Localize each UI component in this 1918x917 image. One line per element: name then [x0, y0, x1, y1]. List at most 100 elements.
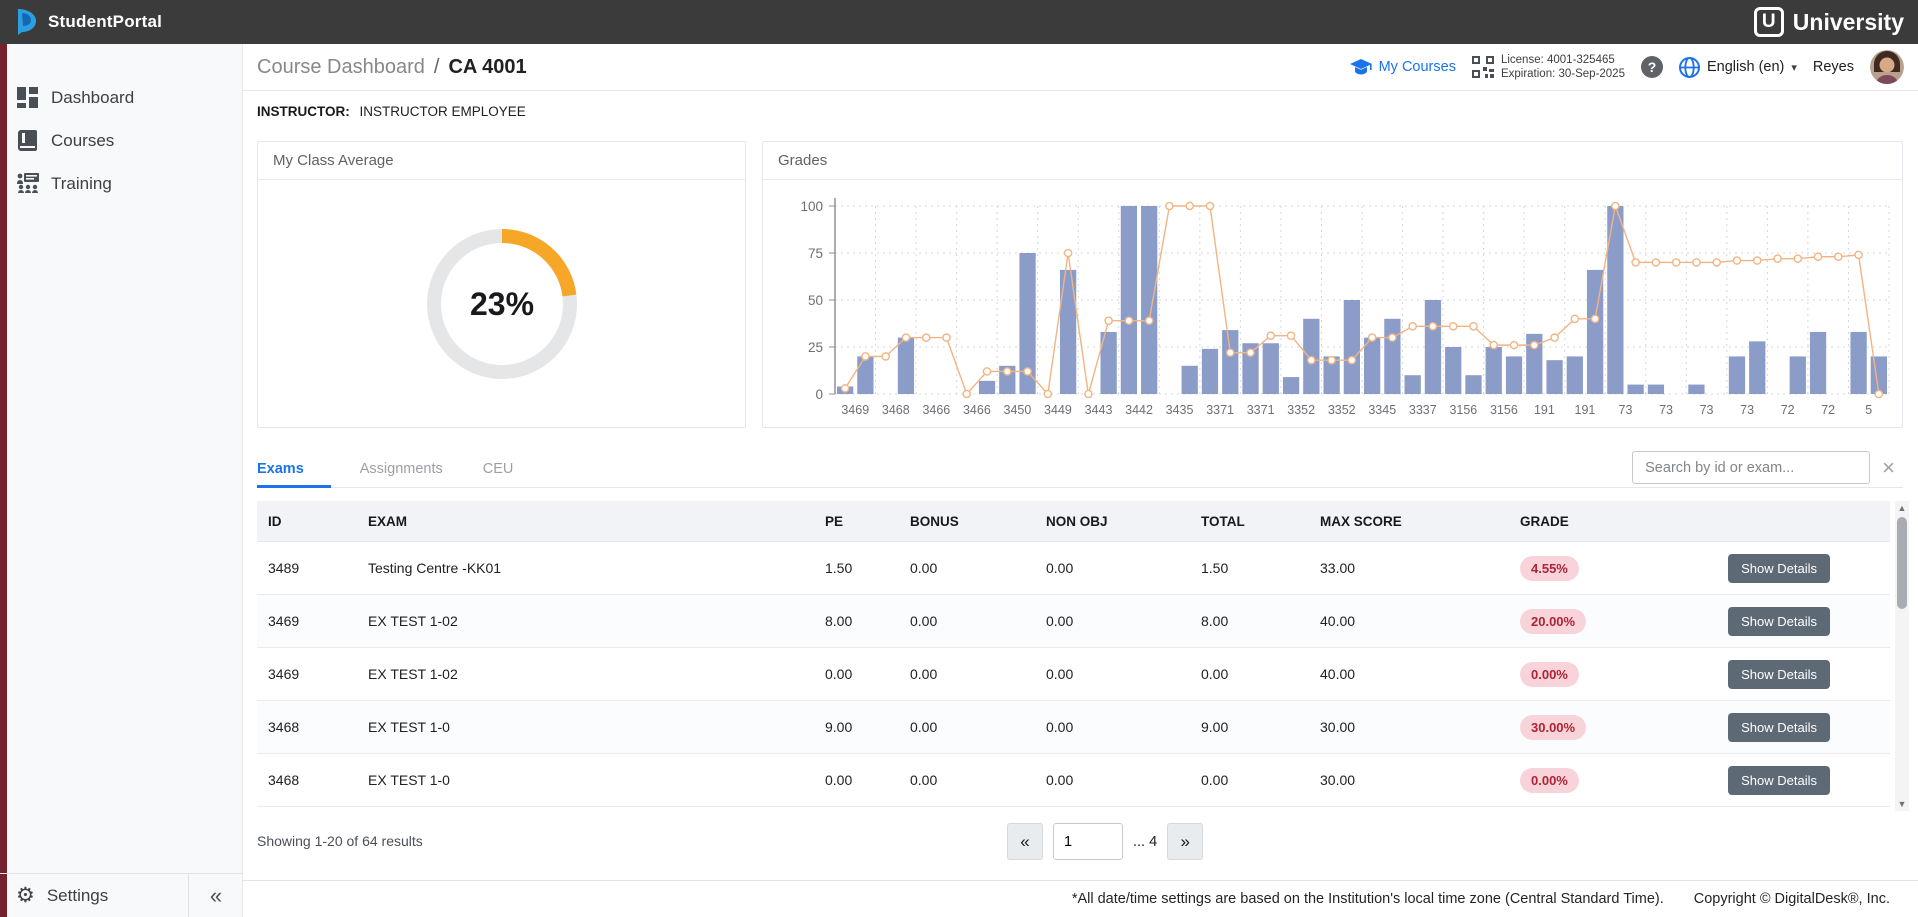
cell-id: 3489 [257, 560, 357, 576]
grade-badge: 0.00% [1520, 768, 1579, 793]
svg-text:3337: 3337 [1409, 403, 1437, 417]
grades-title: Grades [763, 142, 1902, 180]
cell-max-score: 30.00 [1309, 719, 1509, 735]
clear-search-icon[interactable]: × [1882, 457, 1895, 479]
svg-text:3443: 3443 [1085, 403, 1113, 417]
grades-card: Grades 025507510034693468346634663450344… [762, 141, 1903, 428]
question-mark-icon: ? [1648, 59, 1657, 75]
cell-exam: EX TEST 1-0 [357, 772, 814, 788]
cell-actions: Show Details [1677, 713, 1890, 742]
help-button[interactable]: ? [1641, 56, 1663, 78]
user-avatar[interactable] [1870, 50, 1904, 84]
graduation-cap-icon [1350, 59, 1372, 76]
app-title: StudentPortal [48, 12, 162, 32]
copyright: Copyright © DigitalDesk®, Inc. [1694, 891, 1890, 907]
dashboard-icon [16, 86, 39, 109]
cell-pe: 0.00 [814, 666, 899, 682]
cell-exam: EX TEST 1-02 [357, 613, 814, 629]
cell-exam: Testing Centre -KK01 [357, 560, 814, 576]
page-number-input[interactable] [1053, 823, 1123, 860]
cell-total: 1.50 [1190, 560, 1309, 576]
column-header-non-obj: NON OBJ [1035, 514, 1190, 529]
cell-id: 3468 [257, 772, 357, 788]
table-scrollbar[interactable]: ▲ ▼ [1895, 501, 1909, 811]
university-name: University [1793, 9, 1904, 36]
cell-non-obj: 0.00 [1035, 613, 1190, 629]
column-header-total: TOTAL [1190, 514, 1309, 529]
main-content: Course Dashboard / CA 4001 My Courses [243, 44, 1918, 917]
collapse-chevrons-icon: « [210, 883, 222, 909]
qr-code-icon [1472, 56, 1494, 78]
table-row: 3468EX TEST 1-09.000.000.009.0030.0030.0… [257, 701, 1890, 754]
sidebar-collapse-button[interactable]: « [188, 874, 243, 917]
next-page-button[interactable]: » [1167, 823, 1203, 860]
svg-text:3156: 3156 [1449, 403, 1477, 417]
sidebar-bottom-bar: ⚙ Settings « [0, 873, 243, 917]
column-header-id: ID [257, 514, 357, 529]
show-details-button[interactable]: Show Details [1728, 554, 1830, 583]
sidebar-item-settings[interactable]: ⚙ Settings [0, 874, 188, 917]
scroll-up-icon[interactable]: ▲ [1895, 501, 1909, 515]
show-details-button[interactable]: Show Details [1728, 713, 1830, 742]
svg-text:72: 72 [1781, 403, 1795, 417]
search-area: × [1632, 451, 1895, 484]
app-brand[interactable]: StudentPortal [14, 8, 162, 36]
cell-bonus: 0.00 [899, 772, 1035, 788]
table-row: 3469EX TEST 1-020.000.000.000.0040.000.0… [257, 648, 1890, 701]
cell-actions: Show Details [1677, 607, 1890, 636]
tabs: ExamsAssignmentsCEU [257, 450, 537, 488]
tab-ceu[interactable]: CEU [467, 450, 538, 488]
tab-exams[interactable]: Exams [257, 450, 344, 488]
cell-bonus: 0.00 [899, 666, 1035, 682]
column-header-exam: EXAM [357, 514, 814, 529]
timezone-note: *All date/time settings are based on the… [1072, 891, 1664, 907]
pagination-row: Showing 1-20 of 64 results « ... 4 » [257, 817, 1903, 867]
breadcrumb-course-code: CA 4001 [448, 56, 526, 79]
breadcrumb-course-dashboard[interactable]: Course Dashboard [257, 56, 425, 79]
svg-text:73: 73 [1659, 403, 1673, 417]
search-input[interactable] [1632, 451, 1870, 484]
show-details-button[interactable]: Show Details [1728, 766, 1830, 795]
grade-badge: 20.00% [1520, 609, 1586, 634]
cell-total: 8.00 [1190, 613, 1309, 629]
previous-page-button[interactable]: « [1007, 823, 1043, 860]
chevron-down-icon: ▾ [1791, 61, 1797, 74]
class-average-donut: 23% [258, 180, 745, 427]
my-courses-link[interactable]: My Courses [1350, 59, 1456, 76]
sidebar-item-dashboard[interactable]: Dashboard [0, 76, 243, 119]
grade-badge: 0.00% [1520, 662, 1579, 687]
cell-grade: 0.00% [1509, 768, 1677, 793]
instructor-row: INSTRUCTOR: INSTRUCTOR EMPLOYEE [257, 104, 526, 119]
cell-grade: 20.00% [1509, 609, 1677, 634]
svg-text:3371: 3371 [1247, 403, 1275, 417]
cell-bonus: 0.00 [899, 560, 1035, 576]
svg-text:3466: 3466 [922, 403, 950, 417]
svg-text:3450: 3450 [1004, 403, 1032, 417]
svg-text:3371: 3371 [1206, 403, 1234, 417]
license-expiration: Expiration: 30-Sep-2025 [1501, 67, 1625, 81]
svg-text:73: 73 [1700, 403, 1714, 417]
cell-actions: Show Details [1677, 766, 1890, 795]
cell-actions: Show Details [1677, 554, 1890, 583]
svg-text:3435: 3435 [1166, 403, 1194, 417]
column-header-max-score: MAX SCORE [1309, 514, 1509, 529]
language-selector[interactable]: English (en) ▾ [1679, 57, 1797, 78]
scroll-down-icon[interactable]: ▼ [1895, 797, 1909, 811]
sidebar-item-training[interactable]: Training [0, 162, 243, 205]
tab-assignments[interactable]: Assignments [344, 450, 467, 488]
license-info: License: 4001-325465 Expiration: 30-Sep-… [1472, 53, 1625, 81]
svg-text:3466: 3466 [963, 403, 991, 417]
cell-id: 3468 [257, 719, 357, 735]
scrollbar-thumb[interactable] [1897, 517, 1907, 609]
cell-actions: Show Details [1677, 660, 1890, 689]
svg-text:3442: 3442 [1125, 403, 1153, 417]
show-details-button[interactable]: Show Details [1728, 660, 1830, 689]
cell-id: 3469 [257, 613, 357, 629]
svg-text:3156: 3156 [1490, 403, 1518, 417]
svg-text:3345: 3345 [1368, 403, 1396, 417]
show-details-button[interactable]: Show Details [1728, 607, 1830, 636]
grade-badge: 4.55% [1520, 556, 1579, 581]
sidebar-item-courses[interactable]: Courses [0, 119, 243, 162]
cell-pe: 9.00 [814, 719, 899, 735]
cell-total: 0.00 [1190, 666, 1309, 682]
